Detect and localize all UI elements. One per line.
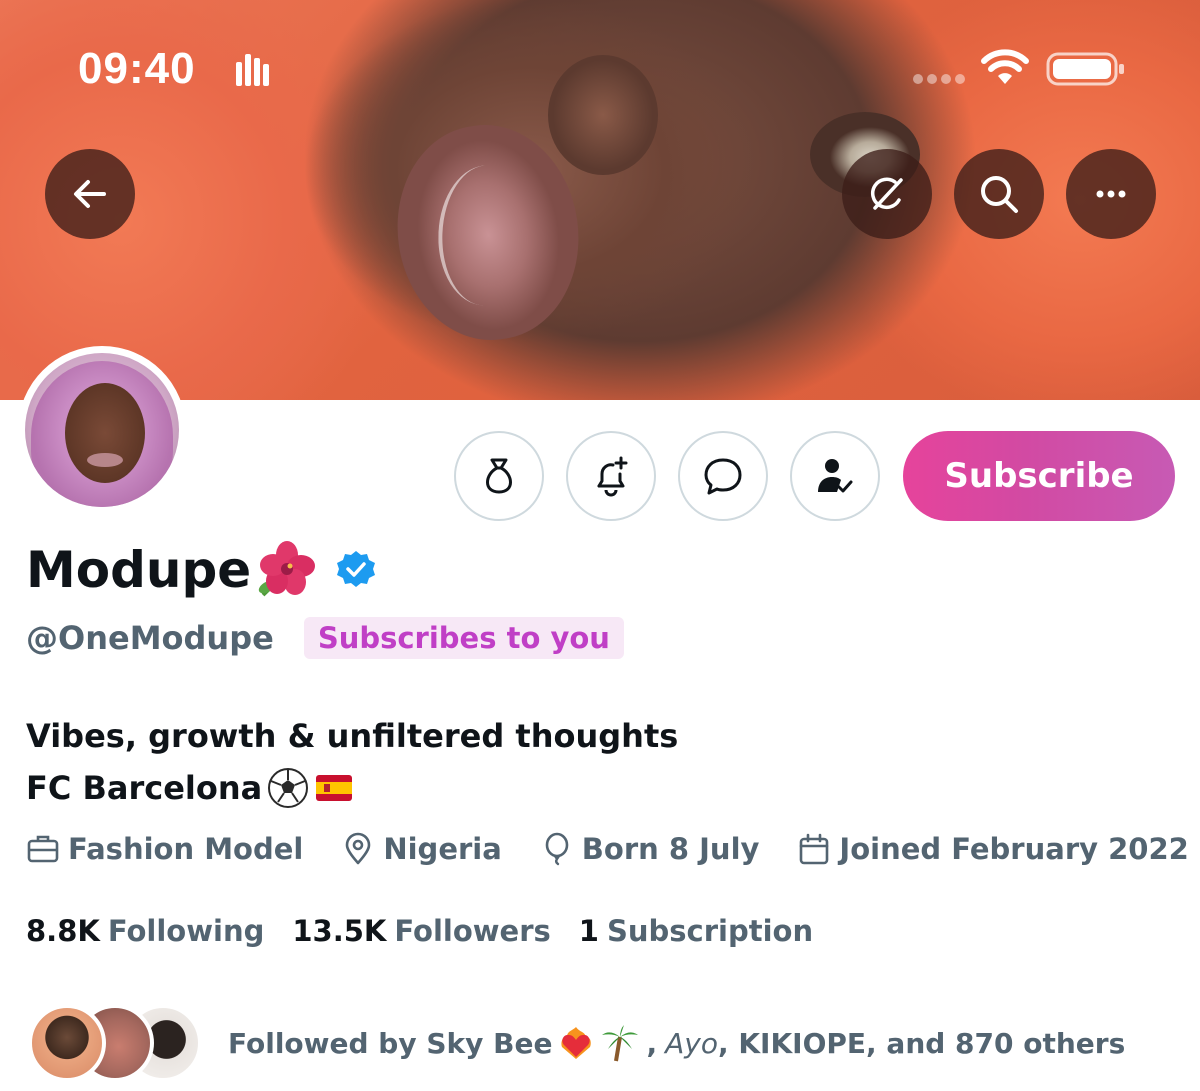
- briefcase-icon: [27, 835, 59, 863]
- avatar[interactable]: [18, 346, 186, 514]
- handle-row: @OneModupe Subscribes to you: [26, 617, 624, 659]
- heart-on-fire-icon: [561, 1027, 592, 1059]
- meta-birthday: Born 8 July: [540, 832, 760, 866]
- bio-line: Vibes, growth & unfiltered thoughts: [26, 710, 678, 762]
- status-time: 09:40: [78, 44, 196, 93]
- subscribes-to-you-badge: Subscribes to you: [303, 617, 624, 659]
- subscriptions-link[interactable]: 1 Subscription: [579, 914, 813, 948]
- following-label: Following: [107, 914, 265, 948]
- subscribe-button[interactable]: Subscribe: [903, 431, 1175, 521]
- following-button[interactable]: [790, 431, 880, 521]
- location-pin-icon: [346, 832, 371, 865]
- meta-joined[interactable]: Joined February 2022: [797, 832, 1189, 866]
- following-count: 8.8K: [26, 914, 100, 948]
- grok-icon: [870, 177, 903, 210]
- meta-profession: Fashion Model: [26, 832, 303, 866]
- display-name: Modupe: [26, 541, 252, 599]
- followed-by-row[interactable]: Followed by Sky Bee , Ayo , KIKIOPE, and…: [28, 1004, 1125, 1082]
- person-check-icon: [818, 459, 853, 493]
- chat-bubble-icon: [704, 458, 742, 495]
- search-icon: [981, 176, 1018, 213]
- meta-profession-text: Fashion Model: [68, 832, 304, 866]
- followers-label: Followers: [394, 914, 551, 948]
- followers-link[interactable]: 13.5K Followers: [292, 914, 550, 948]
- money-bag-icon: [486, 458, 512, 494]
- grok-button[interactable]: [842, 149, 932, 239]
- name-row: Modupe: [26, 537, 377, 603]
- profile-stats: 8.8K Following 13.5K Followers 1 Subscripti…: [26, 914, 841, 948]
- meta-birthday-text: Born 8 July: [581, 832, 760, 866]
- bio-line: FC Barcelona: [26, 762, 678, 814]
- soccer-ball-icon: [268, 768, 309, 808]
- cellular-signal-icon: [913, 74, 965, 84]
- palm-tree-icon: [602, 1025, 639, 1062]
- followed-by-text: Followed by Sky Bee , Ayo , KIKIOPE, and…: [228, 1023, 1125, 1063]
- user-handle: @OneModupe: [26, 619, 274, 657]
- following-link[interactable]: 8.8K Following: [26, 914, 264, 948]
- balloon-icon: [545, 832, 569, 866]
- bio-text-line1: Vibes, growth & unfiltered thoughts: [26, 717, 679, 755]
- followed-by-prefix: Followed by Sky Bee: [228, 1026, 553, 1060]
- avatar-photo: [25, 353, 179, 507]
- profile-banner[interactable]: 09:40: [0, 0, 1200, 400]
- tip-button[interactable]: [454, 431, 544, 521]
- bio-text-line2: FC Barcelona: [26, 769, 263, 807]
- search-button[interactable]: [954, 149, 1044, 239]
- avatar-photo-detail: [65, 383, 145, 483]
- follower-avatar: [28, 1004, 106, 1082]
- profile-meta: Fashion Model Nigeria Born 8 July Joined…: [26, 832, 1200, 866]
- more-horizontal-icon: [1096, 190, 1126, 198]
- calendar-icon: [800, 833, 829, 865]
- sleep-focus-icon: [236, 54, 269, 86]
- hibiscus-icon: [259, 541, 316, 597]
- subscriptions-label: Subscription: [606, 914, 814, 948]
- meta-joined-text: Joined February 2022: [839, 832, 1189, 866]
- followed-by-rest: , KIKIOPE, and 870 others: [717, 1026, 1126, 1060]
- banner-photo-detail: [548, 55, 658, 175]
- message-button[interactable]: [678, 431, 768, 521]
- notifications-button[interactable]: [566, 431, 656, 521]
- meta-location-text: Nigeria: [383, 832, 502, 866]
- arrow-left-icon: [74, 180, 106, 208]
- back-button[interactable]: [45, 149, 135, 239]
- more-button[interactable]: [1066, 149, 1156, 239]
- avatar-photo-detail: [87, 453, 123, 467]
- followers-count: 13.5K: [292, 914, 387, 948]
- followed-by-sep: ,: [646, 1026, 658, 1060]
- bell-plus-icon: [597, 456, 628, 497]
- battery-icon: [1046, 52, 1124, 86]
- followed-by-name2: Ayo: [665, 1026, 718, 1060]
- bio: Vibes, growth & unfiltered thoughts FC B…: [26, 710, 678, 814]
- subscriptions-count: 1: [578, 914, 599, 948]
- spain-flag-icon: [316, 775, 353, 801]
- wifi-icon: [981, 49, 1029, 84]
- meta-location: Nigeria: [341, 832, 502, 866]
- verified-badge-icon: [337, 551, 376, 587]
